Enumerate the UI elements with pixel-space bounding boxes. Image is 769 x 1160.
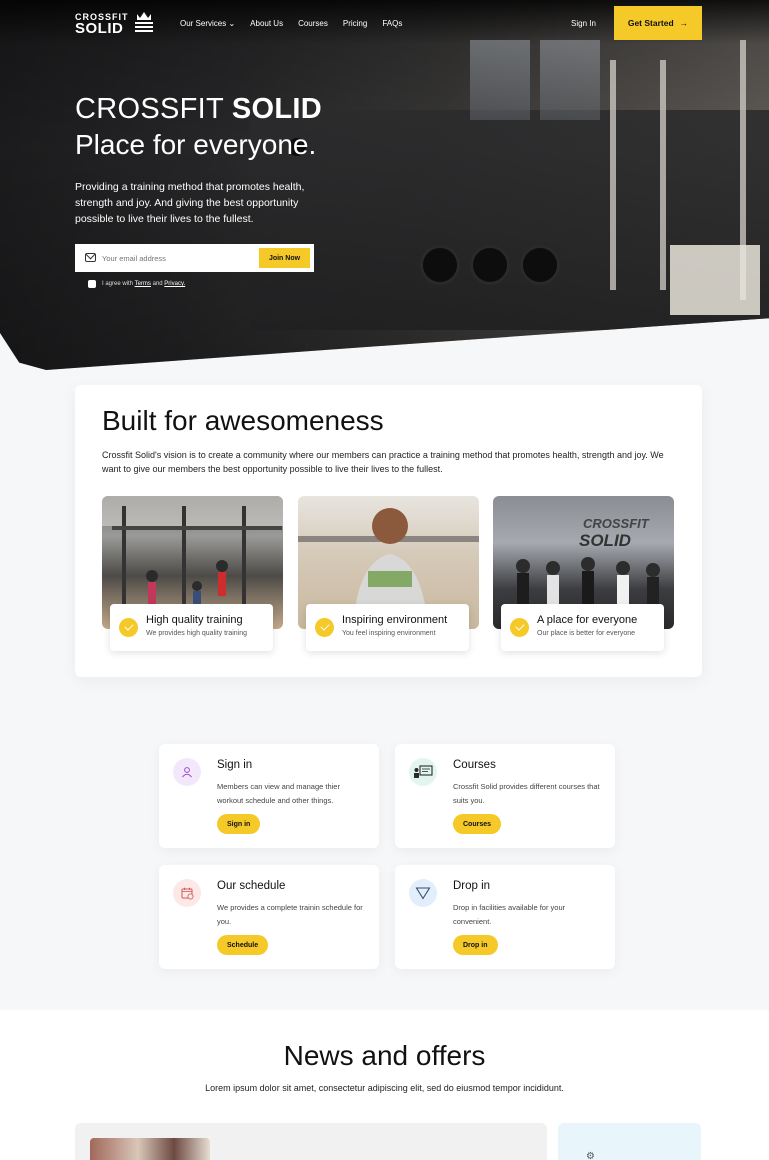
weight-plate xyxy=(520,245,560,285)
arrow-right-icon: → xyxy=(679,18,689,28)
built-section: Built for awesomeness Crossfit Solid's v… xyxy=(75,385,702,677)
courses-button[interactable]: Courses xyxy=(453,814,502,834)
feature-title: Inspiring environment xyxy=(342,614,448,626)
agree-row: I agree with Terms and Privacy. xyxy=(88,280,185,288)
crown-icon xyxy=(135,12,153,32)
drop-in-button[interactable]: Drop in xyxy=(453,935,498,955)
gear-icon: ⚙ xyxy=(586,1151,595,1160)
gym-rack xyxy=(660,60,666,290)
built-title: Built for awesomeness xyxy=(102,405,384,436)
presentation-icon xyxy=(409,758,437,786)
feature-title: High quality training xyxy=(146,614,243,626)
check-icon xyxy=(119,618,138,637)
terms-link[interactable]: Terms xyxy=(135,281,151,287)
calendar-icon xyxy=(173,879,201,907)
feature-subtitle: You feel inspiring environment xyxy=(342,630,436,637)
feature-card-everyone: CROSSFIT SOLID A place for everyone Our … xyxy=(493,496,674,651)
chevron-down-icon: ⌄ xyxy=(228,19,236,28)
news-subtitle: Lorem ipsum dolor sit amet, consectetur … xyxy=(205,1083,564,1093)
service-card-courses: Courses Crossfit Solid provides differen… xyxy=(395,744,615,848)
privacy-link[interactable]: Privacy. xyxy=(164,281,185,287)
user-icon xyxy=(173,758,201,786)
gym-rack xyxy=(610,60,616,290)
service-description: Drop in facilities available for your co… xyxy=(453,903,566,926)
schedule-button[interactable]: Schedule xyxy=(217,935,269,955)
hero-title-light: CROSSFIT xyxy=(75,93,232,125)
news-thumbnail xyxy=(90,1138,210,1160)
sign-in-button[interactable]: Sign in xyxy=(217,814,261,834)
email-signup-form: Join Now xyxy=(75,244,314,272)
feature-subtitle: We provides high quality training xyxy=(146,630,248,637)
hero-title-bold: SOLID xyxy=(231,93,322,125)
service-title: Courses xyxy=(453,759,496,771)
check-icon xyxy=(315,618,334,637)
feature-card-body: Inspiring environment You feel inspiring… xyxy=(306,604,469,651)
feature-title: A place for everyone xyxy=(537,614,638,626)
service-title: Drop in xyxy=(453,880,491,892)
nav-links: Our Services ⌄ About Us Courses Pricing … xyxy=(180,19,402,28)
agree-text: I agree with Terms and Privacy. xyxy=(102,281,185,287)
news-card[interactable] xyxy=(75,1123,547,1160)
service-card-drop-in: Drop in Drop in facilities available for… xyxy=(395,865,615,969)
feature-card-environment: Inspiring environment You feel inspiring… xyxy=(298,496,479,651)
agree-and: and xyxy=(152,281,163,287)
weight-plate xyxy=(470,245,510,285)
service-description: We provides a complete trainin schedule … xyxy=(217,903,363,926)
built-text: Crossfit Solid's vision is to create a c… xyxy=(102,450,664,474)
envelope-icon xyxy=(85,253,96,262)
nav-link-pricing[interactable]: Pricing xyxy=(343,19,367,28)
service-card-sign-in: Sign in Members can view and manage thie… xyxy=(159,744,379,848)
get-started-button[interactable]: Get Started → xyxy=(614,6,702,40)
nav-link-our-services[interactable]: Our Services ⌄ xyxy=(180,19,235,28)
feature-subtitle: Our place is better for everyone xyxy=(537,630,636,637)
plyo-box xyxy=(670,245,760,315)
agree-prefix: I agree with xyxy=(102,281,134,287)
service-title: Sign in xyxy=(217,759,253,771)
hero-subtitle: Place for everyone. xyxy=(75,129,317,160)
join-now-button[interactable]: Join Now xyxy=(259,248,310,268)
triangle-icon xyxy=(409,879,437,907)
offer-card[interactable]: ⚙ xyxy=(558,1123,701,1160)
hero-title: CROSSFIT SOLID xyxy=(75,92,322,126)
nav-link-courses[interactable]: Courses xyxy=(298,19,328,28)
service-card-schedule: Our schedule We provides a complete trai… xyxy=(159,865,379,969)
check-icon xyxy=(510,618,529,637)
wall-logo-text: CROSSFIT xyxy=(583,516,650,531)
sign-in-link[interactable]: Sign In xyxy=(571,19,596,28)
weight-plate xyxy=(420,245,460,285)
feature-card-body: High quality training We provides high q… xyxy=(110,604,273,651)
wall-logo-text: SOLID xyxy=(579,531,631,550)
service-title: Our schedule xyxy=(217,880,286,892)
gym-window xyxy=(470,40,530,120)
feature-card-training: High quality training We provides high q… xyxy=(102,496,283,651)
feature-card-body: A place for everyone Our place is better… xyxy=(501,604,664,651)
service-description: Members can view and manage thier workou… xyxy=(217,782,340,805)
gym-window xyxy=(540,40,600,120)
email-input[interactable] xyxy=(102,250,252,266)
news-title: News and offers xyxy=(283,1040,486,1071)
nav-link-faqs[interactable]: FAQs xyxy=(382,19,402,28)
crossfit-solid-logo[interactable]: CROSSFIT SOLID xyxy=(75,12,155,36)
nav-link-label: Our Services xyxy=(180,19,227,28)
hero-description: Providing a training method that promote… xyxy=(75,181,305,225)
top-nav: CROSSFIT SOLID Our Services ⌄ About Us C… xyxy=(0,0,769,48)
agree-checkbox[interactable] xyxy=(88,280,96,288)
get-started-label: Get Started xyxy=(627,18,674,28)
service-description: Crossfit Solid provides different course… xyxy=(453,782,600,805)
nav-link-about-us[interactable]: About Us xyxy=(250,19,283,28)
